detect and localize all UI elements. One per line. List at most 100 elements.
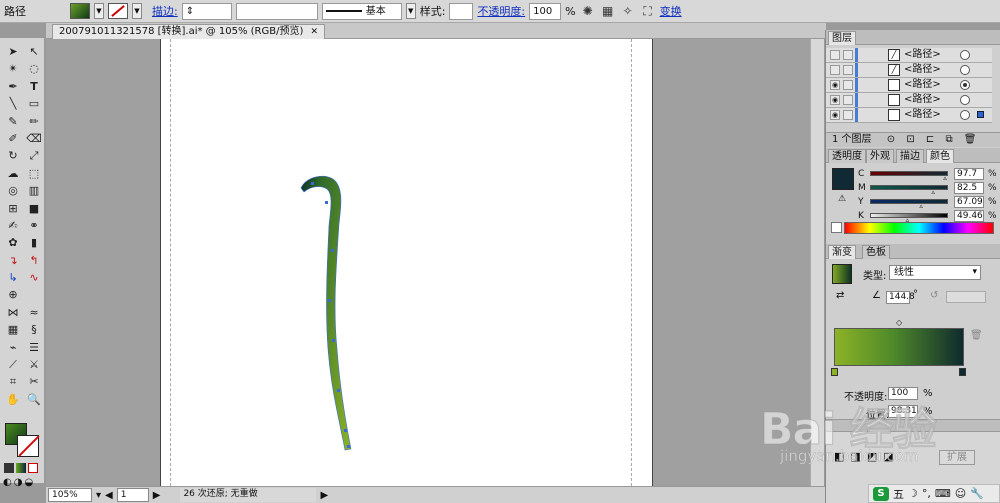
eye-icon[interactable]: ◉ [830, 80, 840, 90]
gradient-ramp[interactable] [834, 328, 964, 366]
lasso-tool-icon[interactable]: ◌ [25, 61, 43, 77]
stem-artwork[interactable] [161, 39, 654, 486]
graph-tool-icon[interactable]: ⌁ [4, 340, 22, 356]
lock-toggle[interactable] [843, 50, 853, 60]
grid-tool-icon[interactable]: ▦ [4, 322, 22, 338]
gradient-angle-field[interactable]: 144.8 [886, 291, 915, 304]
gradient-stop-end[interactable] [959, 368, 966, 376]
type-tool-icon[interactable]: T [25, 79, 43, 95]
midpoint-diamond-icon[interactable]: ◇ [896, 318, 902, 327]
eyedropper-tool-icon[interactable]: ✍ [4, 218, 22, 234]
knife-tool-icon[interactable]: ⚔ [25, 357, 43, 373]
layer-row[interactable]: ◉ <路径> [826, 93, 992, 108]
lock-toggle[interactable] [843, 65, 853, 75]
target-icon[interactable] [960, 95, 970, 105]
draw-inside-icon[interactable]: ◒ [24, 477, 33, 488]
draw-behind-icon[interactable]: ◑ [14, 477, 23, 488]
blob-brush-tool-icon[interactable]: ✐ [4, 131, 22, 147]
close-icon[interactable]: ✕ [311, 27, 319, 37]
next-artboard-icon[interactable]: ▶ [153, 490, 161, 501]
select-similar-icon[interactable]: ✧ [620, 3, 636, 19]
tab-stroke[interactable]: 描边 [896, 149, 924, 163]
visibility-toggle[interactable] [830, 65, 840, 75]
channel-slider[interactable] [870, 199, 948, 204]
layer-row[interactable]: ◉ <路径> [826, 108, 992, 123]
opacity-label-link[interactable]: 不透明度: [477, 3, 525, 19]
isolate-icon[interactable]: ⛶ [640, 3, 656, 19]
envelope-tool-icon[interactable]: ⋈ [4, 305, 22, 321]
artboard[interactable] [160, 39, 653, 486]
layer-row[interactable]: ◉ <路径> [826, 78, 992, 93]
globe-tool-icon[interactable]: ⊕ [4, 287, 22, 303]
target-icon[interactable] [960, 80, 970, 90]
tab-appearance[interactable]: 外观 [866, 149, 894, 163]
keyboard-icon[interactable]: ⌨ [935, 487, 951, 500]
moon-icon[interactable]: ☽ [908, 487, 918, 500]
reverse-gradient-icon[interactable]: ⇄ [836, 290, 844, 301]
new-layer-icon[interactable]: ⧉ [945, 134, 952, 145]
fill-stroke-control[interactable] [5, 423, 41, 459]
layer-row[interactable]: ╱ <路径> [826, 48, 992, 63]
wave-tool-icon[interactable]: ≈ [25, 305, 43, 321]
channel-value-field[interactable]: 97.7 [954, 168, 984, 180]
target-icon[interactable] [960, 65, 970, 75]
lock-toggle[interactable] [843, 95, 853, 105]
gradient-mode-icon[interactable] [16, 463, 26, 473]
gradient-tool-icon[interactable]: ■ [25, 201, 43, 217]
live-paint-bucket-icon[interactable]: ↴ [4, 253, 22, 269]
delete-stop-icon[interactable]: 🗑 [970, 330, 983, 341]
color-mode-icon[interactable] [4, 463, 14, 473]
perspective-grid-tool-icon[interactable]: ▥ [25, 183, 43, 199]
scale-tool-icon[interactable]: ⤢ [25, 148, 43, 164]
rotate-tool-icon[interactable]: ↻ [4, 148, 22, 164]
style-field[interactable] [449, 2, 474, 20]
tab-swatches[interactable]: 色板 [862, 245, 890, 259]
align-icon[interactable]: ▦ [600, 3, 616, 19]
channel-slider[interactable] [870, 185, 948, 190]
wrench-icon[interactable]: 🔧 [970, 487, 984, 500]
zoom-field[interactable]: 105% [48, 488, 92, 502]
lock-toggle[interactable] [843, 110, 853, 120]
line-tool-icon[interactable]: ╲ [4, 96, 22, 112]
eye-icon[interactable]: ◉ [830, 95, 840, 105]
magic-wand-tool-icon[interactable]: ✴ [4, 61, 22, 77]
selection-tool-icon[interactable]: ➤ [4, 44, 22, 60]
tab-layers[interactable]: 图层 [828, 31, 856, 45]
mesh-tool-icon[interactable]: ⊞ [4, 201, 22, 217]
direct-selection-tool-icon[interactable]: ↖ [25, 44, 43, 60]
list-tool-icon[interactable]: ☰ [25, 340, 43, 356]
ime-mode-label[interactable]: 五 [893, 486, 904, 502]
artboard-field[interactable]: 1 [116, 488, 149, 502]
status-menu-icon[interactable]: ▶ [320, 490, 328, 501]
draw-normal-icon[interactable]: ◐ [3, 477, 12, 488]
gradient-preview-swatch[interactable] [832, 264, 852, 284]
brush-definition-field[interactable]: 基本 [321, 2, 402, 20]
delete-layer-icon[interactable]: 🗑 [964, 134, 977, 145]
stem-path[interactable] [300, 176, 352, 451]
gradient-type-select[interactable]: 线性 ▾ [889, 265, 981, 280]
slider-thumb-icon[interactable]: ▵ [931, 188, 935, 196]
zoom-tool-icon[interactable]: 🔍 [25, 392, 43, 408]
punctuation-icon[interactable]: °, [922, 487, 931, 500]
stroke-color-box[interactable] [17, 435, 39, 457]
color-preview-swatch[interactable] [832, 168, 854, 190]
rectangle-tool-icon[interactable]: ▭ [25, 96, 43, 112]
scissors-tool-icon[interactable]: ✂ [25, 374, 43, 390]
target-icon[interactable] [960, 50, 970, 60]
channel-value-field[interactable]: 82.5 [954, 182, 984, 194]
column-graph-tool-icon[interactable]: ▮ [25, 235, 43, 251]
live-paint-selection-icon[interactable]: ↰ [25, 253, 43, 269]
visibility-toggle[interactable] [830, 50, 840, 60]
stroke-weight-field[interactable]: ⇕ [181, 2, 232, 20]
slider-thumb-icon[interactable]: ▵ [943, 174, 947, 182]
prev-artboard-icon[interactable]: ◀ [105, 490, 113, 501]
warp-tool-icon[interactable]: ☁ [4, 166, 22, 182]
eye-icon[interactable]: ◉ [830, 110, 840, 120]
none-color-icon[interactable] [831, 222, 842, 233]
stroke-dropdown[interactable]: ▼ [132, 3, 142, 19]
pen-tool-icon[interactable]: ✒ [4, 79, 22, 95]
gradient-stop-start[interactable] [831, 368, 838, 376]
tab-gradient[interactable]: 渐变 [828, 245, 856, 259]
artboard-tool-icon[interactable]: ↳ [4, 270, 22, 286]
slice-tool-icon[interactable]: ∿ [25, 270, 43, 286]
